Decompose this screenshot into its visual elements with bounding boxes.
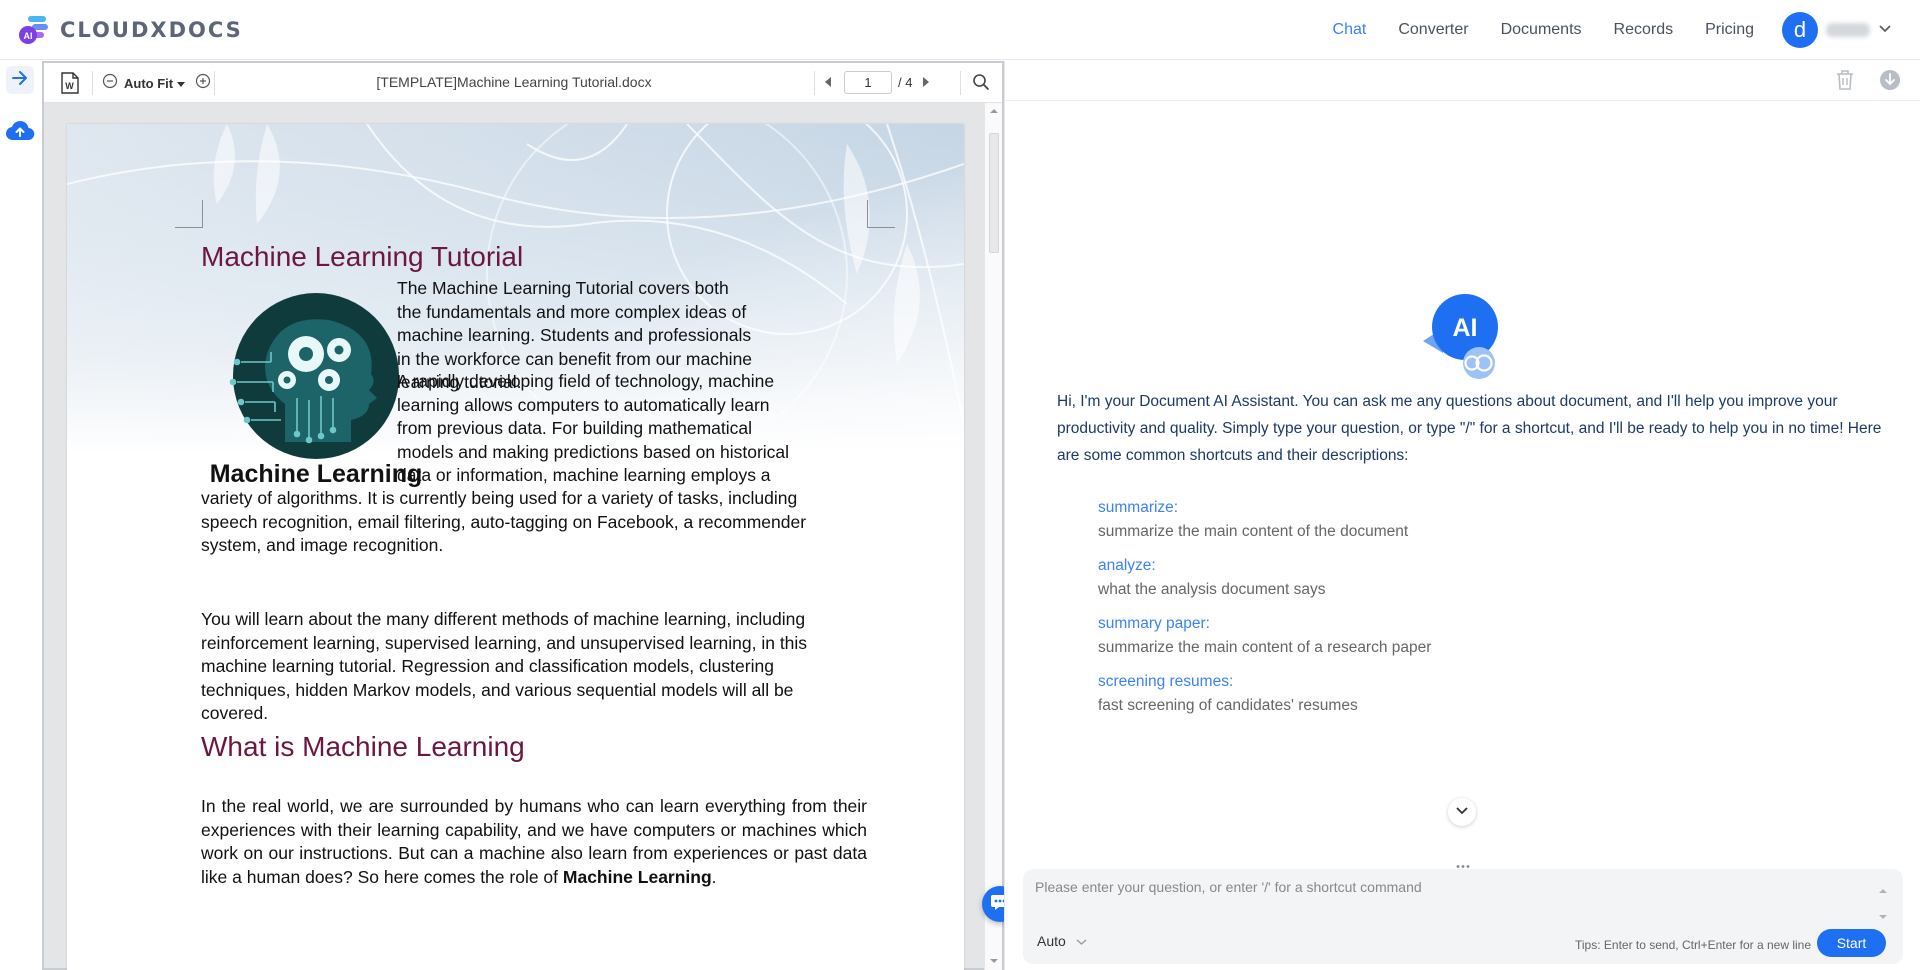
intro-line: data or information, machine learning em… [397,465,771,485]
zoom-out-icon[interactable] [102,73,118,94]
chevron-down-icon [1076,933,1087,949]
username-blurred [1826,23,1870,37]
document-viewer: W Auto Fit [TEMPLATE]Machine Learning Tu… [42,61,1018,970]
zoom-select[interactable]: Auto Fit [124,76,173,91]
next-page-icon[interactable] [922,74,930,92]
caret-down-icon[interactable] [177,75,186,93]
shortcut-item[interactable]: analyze: what the analysis document says [1098,555,1798,602]
word-document-icon[interactable]: W [60,72,80,99]
document-page: Machine Learning Tutorial Machine Learni… [67,124,964,970]
paragraph-end: . [711,866,717,887]
search-icon[interactable] [972,73,990,96]
paragraph-text: In the real world, we are surrounded by … [201,796,867,887]
input-tips: Tips: Enter to send, Ctrl+Enter for a ne… [1575,938,1811,952]
collapse-toggle-button[interactable] [6,66,34,94]
ai-assistant-avatar: AI [1417,291,1507,381]
paragraph-what-is-ml: In the real world, we are surrounded by … [201,795,867,889]
shortcut-name[interactable]: summarize: [1098,497,1798,519]
bold-term: Machine Learning [562,866,712,887]
shortcut-name[interactable]: screening resumes: [1098,671,1798,693]
svg-text:AI: AI [1453,314,1478,342]
mode-select[interactable]: Auto [1037,933,1087,949]
chat-panel: AI Hi, I'm your Document AI Assistant. Y… [1004,61,1920,970]
caret-down-icon[interactable] [1878,907,1888,925]
chat-toolbar [1005,61,1920,101]
scroll-to-bottom-button[interactable] [1448,798,1476,826]
intro-line: from previous data. For building mathema… [397,418,753,438]
mode-value: Auto [1037,933,1066,949]
nav-converter[interactable]: Converter [1398,21,1468,39]
toolbar-divider [814,71,815,95]
assistant-greeting: Hi, I'm your Document AI Assistant. You … [1057,393,1882,464]
chat-input[interactable] [1035,879,1855,923]
top-bar: AI CLOUDXDOCS Chat Converter Documents R… [0,0,1920,60]
arrow-right-icon [11,70,29,91]
intro-line: models and making predictions based on h… [397,441,790,462]
toolbar-divider [214,71,215,95]
shortcut-description: fast screening of candidates' resumes [1098,697,1358,714]
intro-paragraph-2-continued: variety of algorithms. It is currently b… [201,488,807,555]
paragraph-methods: You will learn about the many different … [201,609,808,723]
toolbar-divider [92,71,93,95]
avatar[interactable]: d [1782,12,1818,48]
zoom-controls: Auto Fit [102,73,211,94]
section-heading: What is Machine Learning [201,731,525,762]
cloud-upload-icon [5,119,35,146]
shortcut-description: what the analysis document says [1098,581,1326,598]
main-nav: Chat Converter Documents Records Pricing… [1301,0,1892,60]
nav-records[interactable]: Records [1614,21,1674,39]
download-icon[interactable] [1879,69,1901,96]
shortcut-item[interactable]: summarize: summarize the main content of… [1098,497,1798,544]
shortcut-item[interactable]: screening resumes: fast screening of can… [1098,671,1798,718]
left-rail [0,60,40,970]
nav-documents[interactable]: Documents [1501,21,1582,39]
zoom-in-icon[interactable] [195,73,211,94]
intro-line: learning allows computers to automatical… [397,394,770,415]
start-button[interactable]: Start [1817,929,1886,957]
page-navigator: / 4 [824,71,930,94]
chevron-down-icon[interactable] [1878,21,1892,39]
shortcut-name[interactable]: analyze: [1098,555,1798,577]
caret-up-icon[interactable] [1878,881,1888,899]
document-title: Machine Learning Tutorial [201,241,524,272]
page-number-input[interactable] [844,71,892,94]
brand-name: CLOUDXDOCS [60,18,243,42]
shortcut-name[interactable]: summary paper: [1098,613,1798,635]
shortcut-item[interactable]: summary paper: summarize the main conten… [1098,613,1798,660]
trash-icon[interactable] [1835,69,1855,96]
chat-composer: Auto Tips: Enter to send, Ctrl+Enter for… [1023,869,1903,964]
crop-mark [867,200,895,228]
logo-icon: AI [18,14,52,46]
logo[interactable]: AI CLOUDXDOCS [18,14,243,46]
intro-paragraph-2-wrap: A rapidly developing field of technology… [397,370,790,488]
intro-line: A rapidly developing field of technology… [397,371,775,391]
viewer-scrollbar[interactable] [984,103,1002,970]
toolbar-divider [960,71,961,95]
shortcut-description: summarize the main content of the docume… [1098,523,1409,540]
page-total: / 4 [898,75,913,90]
svg-text:AI: AI [24,31,33,41]
shortcut-list: summarize: summarize the main content of… [1098,497,1798,729]
crop-mark [175,200,203,228]
shortcut-description: summarize the main content of a research… [1098,639,1432,656]
user-menu[interactable]: d [1782,12,1892,48]
nav-pricing[interactable]: Pricing [1705,21,1754,39]
viewer-toolbar: W Auto Fit [TEMPLATE]Machine Learning Tu… [44,63,1002,103]
scrollbar-thumb[interactable] [989,133,999,253]
upload-button[interactable] [5,118,35,146]
chevron-down-icon [1455,803,1469,821]
nav-chat[interactable]: Chat [1333,21,1367,39]
svg-text:W: W [65,81,74,91]
previous-page-icon[interactable] [824,74,832,92]
